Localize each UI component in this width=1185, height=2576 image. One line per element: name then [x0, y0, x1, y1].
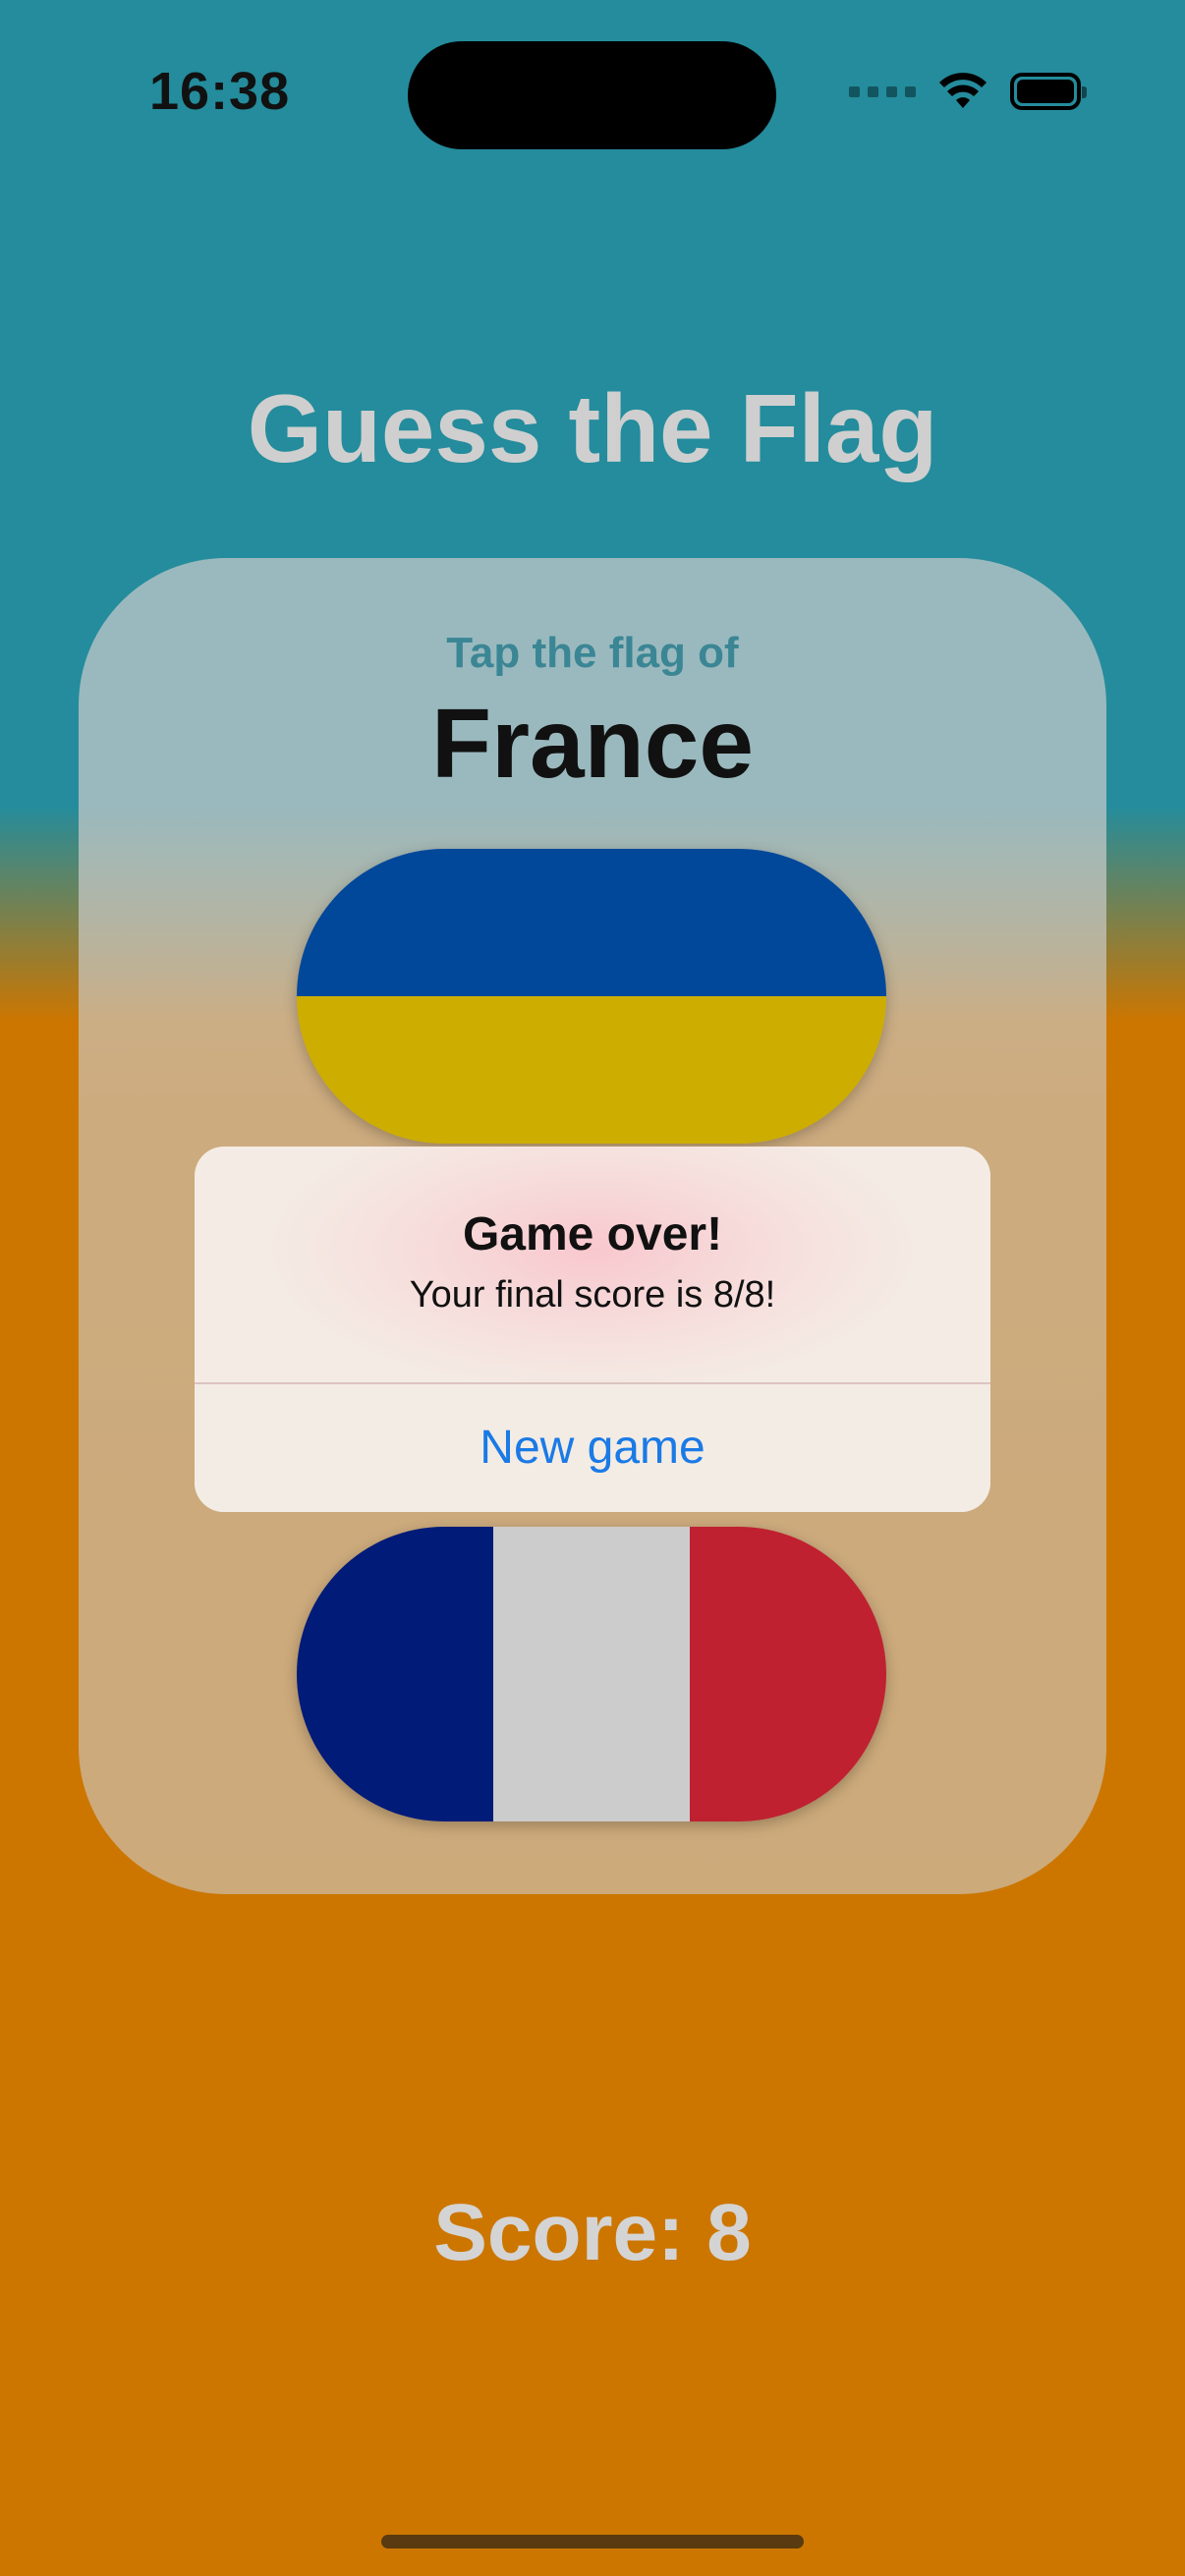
- flag-stripe-yellow: [297, 996, 886, 1144]
- target-country: France: [431, 689, 754, 799]
- alert-title: Game over!: [462, 1208, 723, 1260]
- home-indicator[interactable]: [381, 2535, 804, 2548]
- flag-stripe-blue: [297, 849, 886, 996]
- status-icons: [849, 73, 1087, 110]
- flag-button-france[interactable]: [297, 1527, 886, 1821]
- status-time: 16:38: [149, 62, 291, 121]
- score-label: Score: 8: [433, 2188, 752, 2277]
- flag-button-ukraine[interactable]: [297, 849, 886, 1144]
- cellular-signal-icon: [849, 85, 916, 97]
- page-title: Guess the Flag: [247, 374, 938, 482]
- new-game-button[interactable]: New game: [195, 1384, 990, 1512]
- question-prompt: Tap the flag of: [446, 629, 739, 677]
- wifi-icon: [937, 73, 988, 110]
- battery-icon: [1010, 73, 1087, 110]
- alert-message: Your final score is 8/8!: [409, 1274, 776, 1316]
- dynamic-island: [408, 41, 776, 149]
- game-over-alert: Game over! Your final score is 8/8! New …: [195, 1147, 990, 1512]
- flag-stripe-white: [492, 1527, 690, 1821]
